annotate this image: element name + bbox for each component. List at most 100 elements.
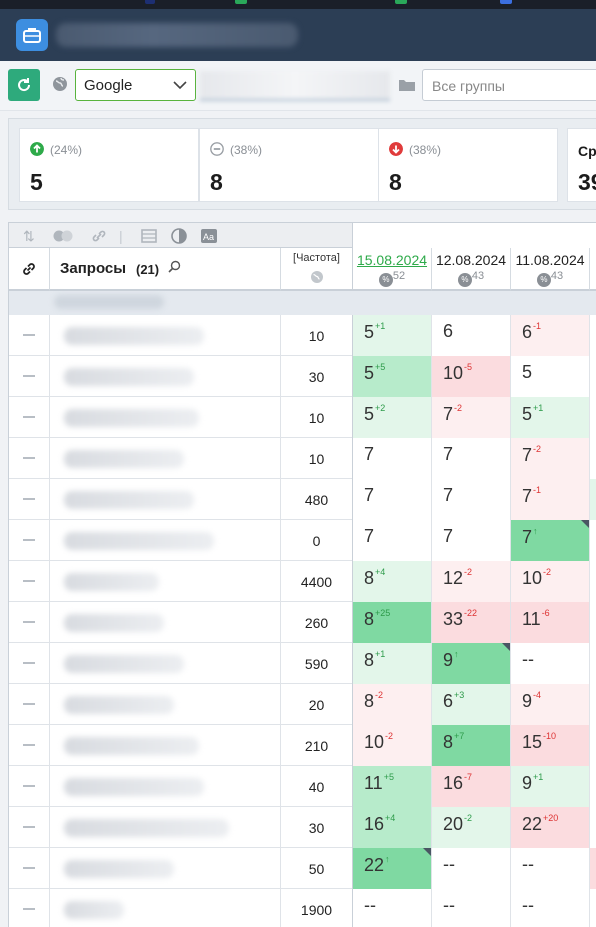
table-row[interactable]: 260 8+25 33-22 11-6: [9, 602, 596, 643]
position-cell[interactable]: 10-2: [353, 725, 432, 766]
row-toggle-cell[interactable]: [9, 315, 50, 356]
table-icon[interactable]: [141, 229, 157, 243]
position-cell[interactable]: --: [511, 848, 590, 889]
position-cell[interactable]: 6+3: [432, 684, 511, 725]
query-cell[interactable]: [50, 356, 281, 397]
table-row[interactable]: 30 16+4 20-2 22+20: [9, 807, 596, 848]
row-toggle-cell[interactable]: [9, 684, 50, 725]
table-row[interactable]: 10 5+1 6 6-1: [9, 315, 596, 356]
table-row[interactable]: 10 7 7 7-2: [9, 438, 596, 479]
query-cell[interactable]: [50, 643, 281, 684]
row-toggle-cell[interactable]: [9, 479, 50, 520]
position-cell[interactable]: 16+4: [353, 807, 432, 848]
position-cell[interactable]: 5+2: [353, 397, 432, 438]
region-field-redacted[interactable]: [200, 71, 390, 101]
position-cell[interactable]: 5+5: [353, 356, 432, 397]
table-row[interactable]: 590 8+1 9↑ --: [9, 643, 596, 684]
position-cell[interactable]: --: [432, 889, 511, 927]
date-column-header[interactable]: 15.08.2024 % 52: [353, 248, 432, 291]
table-row[interactable]: 0 7 7 7↑: [9, 520, 596, 561]
position-cell[interactable]: 7: [353, 479, 432, 520]
position-cell[interactable]: --: [511, 643, 590, 684]
table-row[interactable]: 30 5+5 10-5 5: [9, 356, 596, 397]
briefcase-icon[interactable]: [16, 19, 48, 51]
position-cell[interactable]: 7-2: [432, 397, 511, 438]
position-cell[interactable]: 8+7: [432, 725, 511, 766]
position-cell[interactable]: 7: [432, 438, 511, 479]
row-toggle-cell[interactable]: [9, 602, 50, 643]
position-cell[interactable]: 6-1: [511, 315, 590, 356]
query-cell[interactable]: [50, 479, 281, 520]
position-cell[interactable]: 7-1: [511, 479, 590, 520]
position-cell[interactable]: 33-22: [432, 602, 511, 643]
position-cell[interactable]: 8+25: [353, 602, 432, 643]
link-column-header[interactable]: [9, 248, 50, 291]
table-row[interactable]: 50 22↑ -- --: [9, 848, 596, 889]
position-cell[interactable]: 5: [511, 356, 590, 397]
position-cell[interactable]: 22+20: [511, 807, 590, 848]
position-cell[interactable]: 9↑: [432, 643, 511, 684]
query-cell[interactable]: [50, 315, 281, 356]
position-cell[interactable]: 5+1: [511, 397, 590, 438]
row-toggle-cell[interactable]: [9, 725, 50, 766]
search-icon[interactable]: [168, 260, 181, 273]
position-cell[interactable]: 11+5: [353, 766, 432, 807]
row-toggle-cell[interactable]: [9, 520, 50, 561]
queries-column-header[interactable]: Запросы (21): [50, 248, 281, 291]
query-cell[interactable]: [50, 766, 281, 807]
position-cell[interactable]: 11-6: [511, 602, 590, 643]
query-cell[interactable]: [50, 438, 281, 479]
position-cell[interactable]: 7-2: [511, 438, 590, 479]
contrast-icon[interactable]: [171, 228, 187, 244]
table-row[interactable]: 210 10-2 8+7 15-10: [9, 725, 596, 766]
position-cell[interactable]: --: [353, 889, 432, 927]
date-label[interactable]: 15.08.2024: [353, 252, 431, 268]
table-row[interactable]: 10 5+2 7-2 5+1: [9, 397, 596, 438]
position-cell[interactable]: 12-2: [432, 561, 511, 602]
position-cell[interactable]: 8+4: [353, 561, 432, 602]
row-toggle-cell[interactable]: [9, 848, 50, 889]
refresh-button[interactable]: [8, 69, 40, 101]
search-engine-select[interactable]: Google: [75, 69, 196, 101]
position-cell[interactable]: 7: [353, 438, 432, 479]
position-cell[interactable]: --: [432, 848, 511, 889]
row-toggle-cell[interactable]: [9, 889, 50, 927]
row-toggle-cell[interactable]: [9, 643, 50, 684]
sort-icon[interactable]: ⇅: [23, 228, 35, 245]
date-label[interactable]: 11.08.2024: [511, 252, 589, 268]
position-cell[interactable]: 22↑: [353, 848, 432, 889]
table-row[interactable]: 4400 8+4 12-2 10-2: [9, 561, 596, 602]
row-toggle-cell[interactable]: [9, 807, 50, 848]
query-cell[interactable]: [50, 602, 281, 643]
date-column-header[interactable]: 12.08.2024 % 43: [432, 248, 511, 291]
query-cell[interactable]: [50, 684, 281, 725]
position-cell[interactable]: 20-2: [432, 807, 511, 848]
row-toggle-cell[interactable]: [9, 438, 50, 479]
row-toggle-cell[interactable]: [9, 356, 50, 397]
position-cell[interactable]: 6: [432, 315, 511, 356]
text-size-icon[interactable]: Aa: [201, 229, 217, 243]
position-cell[interactable]: 7↑: [511, 520, 590, 561]
position-cell[interactable]: 8+1: [353, 643, 432, 684]
query-cell[interactable]: [50, 848, 281, 889]
position-cell[interactable]: 10-5: [432, 356, 511, 397]
globe-icon[interactable]: [52, 76, 68, 92]
position-cell[interactable]: 9+1: [511, 766, 590, 807]
position-cell[interactable]: 7: [353, 520, 432, 561]
date-label[interactable]: 12.08.2024: [432, 252, 510, 268]
table-row[interactable]: 480 7 7 7-1: [9, 479, 596, 520]
position-cell[interactable]: 7: [432, 520, 511, 561]
query-cell[interactable]: [50, 807, 281, 848]
table-row[interactable]: 20 8-2 6+3 9-4: [9, 684, 596, 725]
row-toggle-cell[interactable]: [9, 397, 50, 438]
frequency-column-header[interactable]: [Частота]: [281, 248, 353, 291]
groups-filter-input[interactable]: Все группы: [422, 69, 596, 101]
position-cell[interactable]: 15-10: [511, 725, 590, 766]
query-cell[interactable]: [50, 520, 281, 561]
table-row[interactable]: 40 11+5 16-7 9+1: [9, 766, 596, 807]
query-cell[interactable]: [50, 889, 281, 927]
toggle-icon[interactable]: [53, 230, 75, 242]
position-cell[interactable]: 9-4: [511, 684, 590, 725]
row-toggle-cell[interactable]: [9, 766, 50, 807]
link-icon[interactable]: [91, 229, 107, 243]
